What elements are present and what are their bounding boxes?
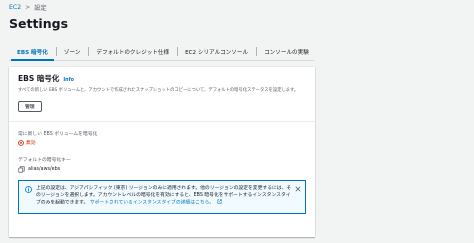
manage-button[interactable]: 管理 (18, 101, 42, 112)
page-title: Settings (9, 16, 69, 31)
breadcrumb-current: 設定 (34, 5, 47, 12)
close-icon[interactable] (295, 186, 301, 192)
tab-console-experiments[interactable]: コンソールの実験 (256, 43, 317, 60)
status-disabled-text: 無効 (26, 141, 36, 146)
always-encrypt-label: 常に新しい EBS ボリュームを暗号化 (18, 132, 98, 137)
always-encrypt-status: 無効 (18, 139, 306, 146)
panel-header: EBS 暗号化 Info すべての新しい EBS ボリュームと、アカウントで作成… (9, 67, 315, 122)
default-key-row: alias/aws/ebs (18, 166, 306, 173)
breadcrumb: EC2 > 設定 (9, 3, 47, 12)
panel-body: 常に新しい EBS ボリュームを暗号化 無効 デフォルトの暗号化キー alias… (9, 122, 315, 181)
status-negative-icon (18, 139, 24, 146)
info-link[interactable]: Info (63, 78, 74, 83)
panel-title-row: EBS 暗号化 Info (18, 73, 306, 84)
tab-default-credit-specification[interactable]: デフォルトのクレジット仕様 (88, 43, 177, 60)
instance-types-link[interactable]: サポートされているインスタンスタイプの詳細はこちら。 (90, 201, 214, 206)
settings-tabs: EBS 暗号化 ゾーン デフォルトのクレジット仕様 EC2 シリアルコンソール … (9, 43, 314, 61)
info-circle-icon (25, 186, 32, 193)
external-link-icon[interactable] (217, 199, 222, 204)
alert-text: 上記の設定は、アジアパシフィック (東京) リージョンのみに適用されます。他のリ… (36, 185, 292, 213)
breadcrumb-ec2-link[interactable]: EC2 (9, 4, 21, 11)
region-info-alert: 上記の設定は、アジアパシフィック (東京) リージョンのみに適用されます。他のリ… (18, 180, 306, 214)
breadcrumb-separator: > (25, 4, 31, 11)
tab-ebs-encryption[interactable]: EBS 暗号化 (9, 43, 56, 61)
default-key-label: デフォルトの暗号化キー (18, 158, 71, 163)
tab-zones[interactable]: ゾーン (55, 43, 89, 60)
copy-icon[interactable] (18, 166, 25, 173)
tab-ec2-serial-console[interactable]: EC2 シリアルコンソール (177, 43, 256, 60)
default-key-value: alias/aws/ebs (28, 167, 61, 172)
ebs-encryption-panel: EBS 暗号化 Info すべての新しい EBS ボリュームと、アカウントで作成… (9, 67, 315, 237)
panel-title: EBS 暗号化 (18, 74, 60, 83)
panel-description: すべての新しい EBS ボリュームと、アカウントで作成されたスナップショットのコ… (18, 88, 299, 93)
